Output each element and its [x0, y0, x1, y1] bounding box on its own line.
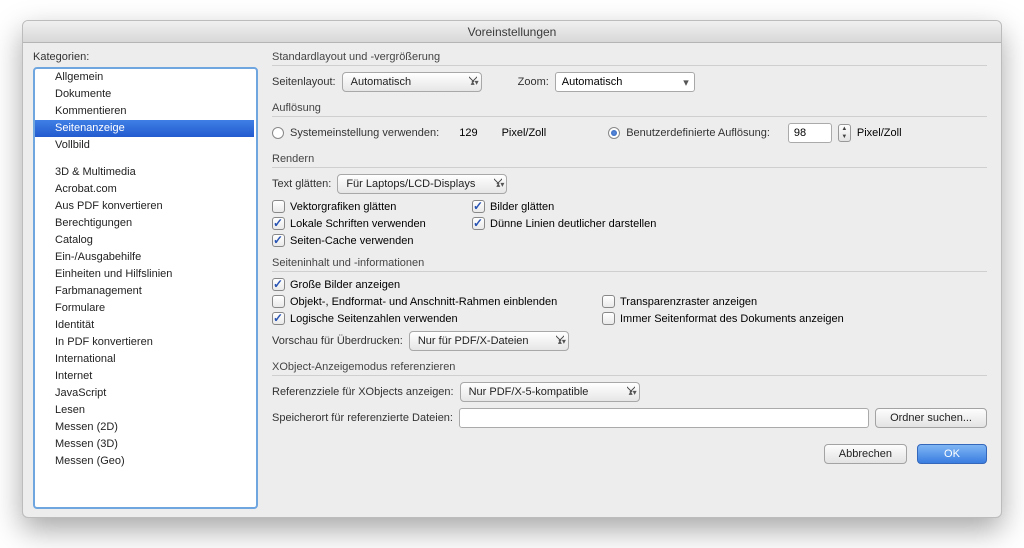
system-resolution-label: Systemeinstellung verwenden: — [290, 127, 439, 139]
cb-always-size[interactable]: Immer Seitenformat des Dokuments anzeige… — [602, 312, 987, 325]
cb-boxes[interactable]: Objekt-, Endformat- und Anschnitt-Rahmen… — [272, 295, 602, 308]
cb-lines[interactable]: Dünne Linien deutlicher darstellen — [472, 217, 987, 230]
category-item[interactable]: Identität — [35, 317, 254, 334]
custom-resolution-input[interactable] — [788, 123, 832, 143]
layout-section: Standardlayout und -vergrößerung Seitenl… — [272, 51, 987, 92]
sidebar-label: Kategorien: — [33, 51, 258, 63]
render-section: Rendern Text glätten: Für Laptops/LCD-Di… — [272, 153, 987, 247]
overprint-label: Vorschau für Überdrucken: — [272, 335, 403, 347]
resolution-section-title: Auflösung — [272, 102, 987, 117]
cb-logical-pages[interactable]: Logische Seitenzahlen verwenden — [272, 312, 602, 325]
category-item[interactable]: JavaScript — [35, 385, 254, 402]
category-item[interactable]: 3D & Multimedia — [35, 164, 254, 181]
category-item[interactable]: Farbmanagement — [35, 283, 254, 300]
category-item[interactable]: Vollbild — [35, 137, 254, 154]
category-item[interactable]: Messen (3D) — [35, 436, 254, 453]
category-item[interactable]: Einheiten und Hilfslinien — [35, 266, 254, 283]
category-item[interactable]: Seitenanzeige — [35, 120, 254, 137]
xobject-location-input[interactable] — [459, 408, 869, 428]
category-item[interactable]: Berechtigungen — [35, 215, 254, 232]
xobject-section: XObject-Anzeigemodus referenzieren Refer… — [272, 361, 987, 428]
cb-vector[interactable]: Vektorgrafiken glätten — [272, 200, 472, 213]
system-resolution-unit: Pixel/Zoll — [502, 127, 547, 139]
cb-big-images[interactable]: Große Bilder anzeigen — [272, 278, 987, 291]
sidebar: Kategorien: AllgemeinDokumenteKommentier… — [23, 43, 258, 517]
smooth-text-label: Text glätten: — [272, 178, 331, 190]
category-item[interactable]: Acrobat.com — [35, 181, 254, 198]
ok-button[interactable]: OK — [917, 444, 987, 464]
footer: Abbrechen OK — [272, 438, 987, 464]
overprint-select[interactable]: Nur für PDF/X-Dateien▴▾ — [409, 331, 569, 351]
content-section: Seiteninhalt und -informationen Große Bi… — [272, 257, 987, 351]
custom-resolution-unit: Pixel/Zoll — [857, 127, 902, 139]
system-resolution-value: 129 — [459, 127, 477, 139]
render-section-title: Rendern — [272, 153, 987, 168]
category-item[interactable]: Lesen — [35, 402, 254, 419]
xobject-targets-select[interactable]: Nur PDF/X-5-kompatible▴▾ — [460, 382, 640, 402]
resolution-section: Auflösung Systemeinstellung verwenden: 1… — [272, 102, 987, 143]
category-item[interactable]: Internet — [35, 368, 254, 385]
main-panel: Standardlayout und -vergrößerung Seitenl… — [258, 43, 1001, 517]
category-item[interactable]: Allgemein — [35, 69, 254, 86]
zoom-select[interactable]: Automatisch — [555, 72, 695, 92]
category-list: AllgemeinDokumenteKommentierenSeitenanze… — [33, 67, 258, 509]
cb-fonts[interactable]: Lokale Schriften verwenden — [272, 217, 472, 230]
layout-section-title: Standardlayout und -vergrößerung — [272, 51, 987, 66]
page-layout-select[interactable]: Automatisch▴▾ — [342, 72, 482, 92]
xobject-section-title: XObject-Anzeigemodus referenzieren — [272, 361, 987, 376]
xobject-targets-label: Referenzziele für XObjects anzeigen: — [272, 386, 454, 398]
category-item[interactable]: Messen (2D) — [35, 419, 254, 436]
category-item[interactable]: Formulare — [35, 300, 254, 317]
cb-transparency[interactable]: Transparenzraster anzeigen — [602, 295, 987, 308]
category-item[interactable]: Messen (Geo) — [35, 453, 254, 470]
category-item[interactable]: Kommentieren — [35, 103, 254, 120]
cb-cache[interactable]: Seiten-Cache verwenden — [272, 234, 472, 247]
page-layout-label: Seitenlayout: — [272, 76, 336, 88]
cb-images[interactable]: Bilder glätten — [472, 200, 987, 213]
browse-folder-button[interactable]: Ordner suchen... — [875, 408, 987, 428]
cancel-button[interactable]: Abbrechen — [824, 444, 907, 464]
content-section-title: Seiteninhalt und -informationen — [272, 257, 987, 272]
category-item[interactable]: Catalog — [35, 232, 254, 249]
resolution-stepper[interactable]: ▲▼ — [838, 124, 851, 142]
preferences-window: Voreinstellungen Kategorien: AllgemeinDo… — [22, 20, 1002, 518]
category-item[interactable]: In PDF konvertieren — [35, 334, 254, 351]
category-item[interactable]: Ein-/Ausgabehilfe — [35, 249, 254, 266]
content-area: Kategorien: AllgemeinDokumenteKommentier… — [23, 43, 1001, 517]
category-item[interactable]: Aus PDF konvertieren — [35, 198, 254, 215]
custom-resolution-label: Benutzerdefinierte Auflösung: — [626, 127, 770, 139]
smooth-text-select[interactable]: Für Laptops/LCD-Displays▴▾ — [337, 174, 507, 194]
xobject-location-label: Speicherort für referenzierte Dateien: — [272, 412, 453, 424]
custom-resolution-radio[interactable] — [608, 127, 620, 139]
category-list-scroll[interactable]: AllgemeinDokumenteKommentierenSeitenanze… — [35, 69, 256, 507]
category-item[interactable]: International — [35, 351, 254, 368]
zoom-label: Zoom: — [518, 76, 549, 88]
system-resolution-radio[interactable] — [272, 127, 284, 139]
category-item[interactable]: Dokumente — [35, 86, 254, 103]
window-title: Voreinstellungen — [23, 21, 1001, 43]
